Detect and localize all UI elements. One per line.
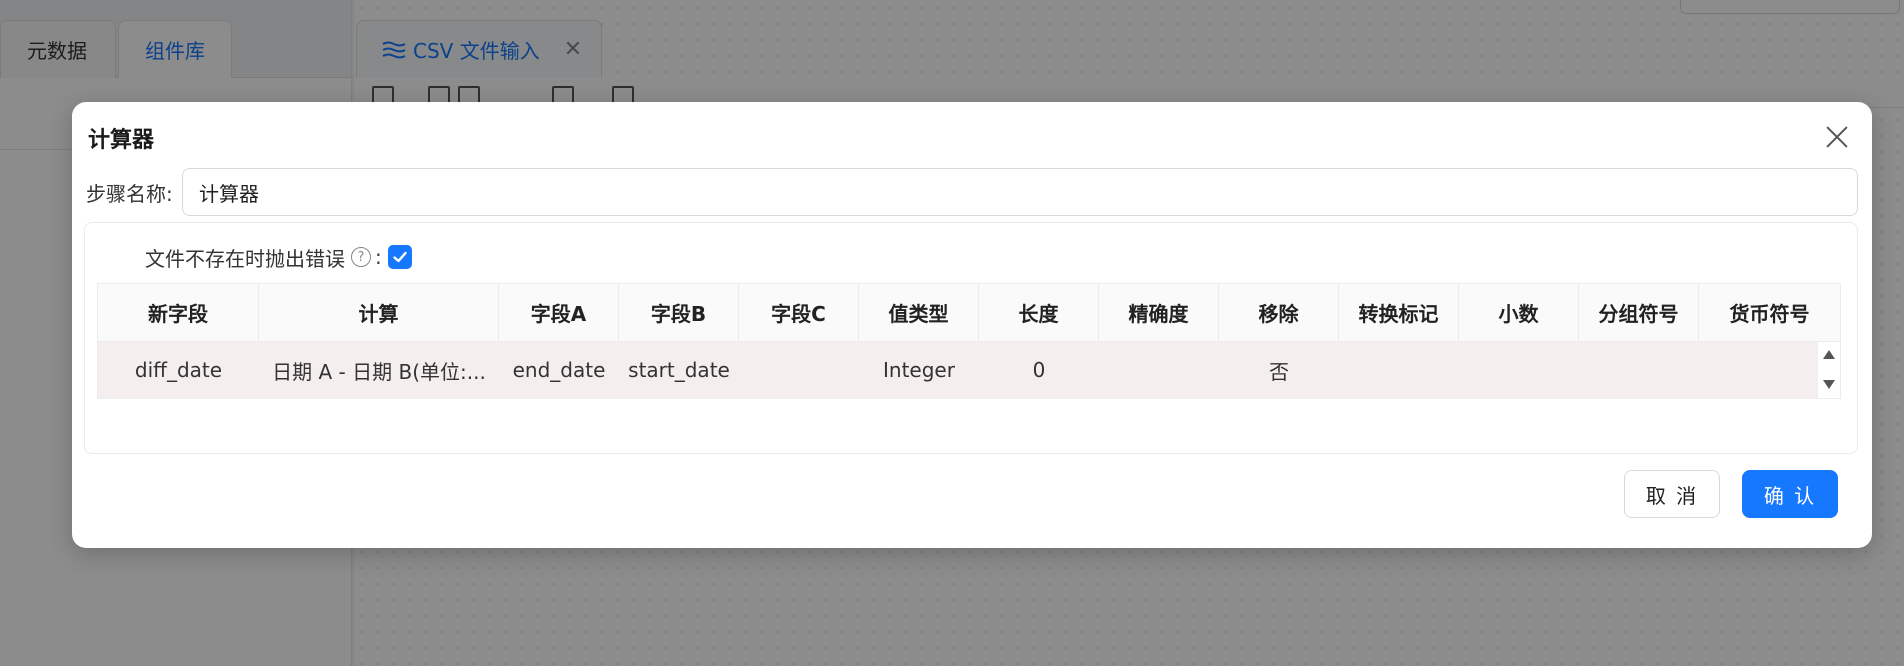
column-header[interactable]: 字段C	[739, 284, 859, 341]
step-name-row: 步骤名称:	[86, 168, 1858, 216]
column-header[interactable]: 分组符号	[1579, 284, 1699, 341]
checkmark-icon	[393, 251, 407, 263]
column-header[interactable]: 值类型	[859, 284, 979, 341]
table-cell[interactable]: diff_date	[98, 342, 259, 398]
table-cell[interactable]	[1099, 342, 1219, 398]
table-header: 新字段 计算 字段A 字段B 字段C 值类型 长度 精确度 移除 转换标记 小数…	[98, 284, 1840, 342]
step-name-input[interactable]	[182, 168, 1858, 216]
throw-error-checkbox[interactable]	[387, 245, 412, 269]
cancel-button[interactable]: 取 消	[1624, 470, 1720, 518]
table-cell[interactable]	[739, 342, 859, 398]
scroll-up-icon[interactable]	[1823, 350, 1835, 359]
column-header[interactable]: 计算	[259, 284, 499, 341]
column-header[interactable]: 移除	[1219, 284, 1339, 341]
column-header[interactable]: 字段B	[619, 284, 739, 341]
column-header[interactable]: 字段A	[499, 284, 619, 341]
step-name-label: 步骤名称:	[86, 181, 173, 206]
column-header[interactable]: 货币符号	[1699, 284, 1840, 341]
table-cell[interactable]: 否	[1219, 342, 1339, 398]
scroll-down-icon[interactable]	[1823, 380, 1835, 389]
table-row[interactable]: diff_date 日期 A - 日期 B(单位:... end_date st…	[98, 342, 1840, 398]
table-cell[interactable]	[1579, 342, 1699, 398]
settings-panel: 文件不存在时抛出错误 ? : 新字段 计算 字段A 字段B 字段C 值类型 长度…	[84, 222, 1858, 454]
column-header[interactable]: 转换标记	[1339, 284, 1459, 341]
calculator-dialog: 计算器 步骤名称: 文件不存在时抛出错误 ? : 新字段 计算 字段A 字段B …	[72, 102, 1872, 548]
confirm-button[interactable]: 确 认	[1742, 470, 1838, 518]
table-cell[interactable]: Integer	[859, 342, 979, 398]
column-header[interactable]: 新字段	[98, 284, 259, 341]
column-header[interactable]: 小数	[1459, 284, 1579, 341]
table-cell[interactable]: end_date	[499, 342, 619, 398]
throw-error-option: 文件不存在时抛出错误 ? :	[145, 243, 412, 271]
column-header[interactable]: 长度	[979, 284, 1099, 341]
table-cell[interactable]: 日期 A - 日期 B(单位:...	[259, 342, 499, 398]
throw-error-label: 文件不存在时抛出错误	[145, 246, 345, 271]
table-cell[interactable]	[1339, 342, 1459, 398]
table-cell[interactable]	[1459, 342, 1579, 398]
close-icon[interactable]	[1824, 124, 1850, 150]
help-icon[interactable]: ?	[351, 247, 371, 267]
table-scrollbar[interactable]	[1818, 342, 1840, 398]
dialog-title: 计算器	[88, 128, 155, 153]
table-cell[interactable]: start_date	[619, 342, 739, 398]
calculation-table: 新字段 计算 字段A 字段B 字段C 值类型 长度 精确度 移除 转换标记 小数…	[97, 283, 1841, 399]
column-header[interactable]: 精确度	[1099, 284, 1219, 341]
option-colon: :	[375, 245, 382, 269]
table-cell[interactable]: 0	[979, 342, 1099, 398]
